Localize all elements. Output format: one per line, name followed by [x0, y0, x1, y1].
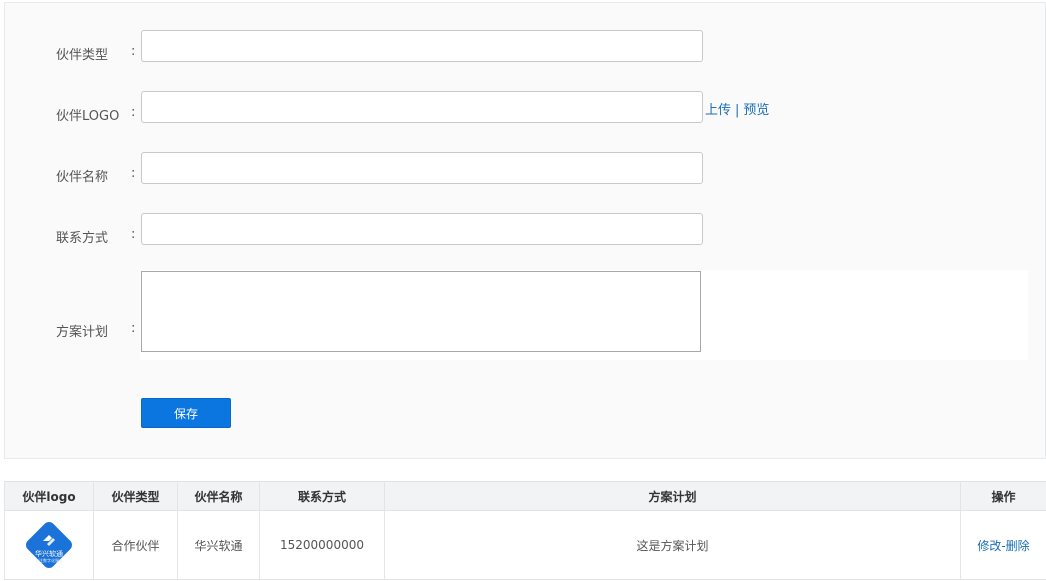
header-partner-logo: 伙伴logo	[4, 481, 94, 511]
cell-contact: 15200000000	[259, 510, 385, 580]
table-row: 华兴软通 专注数字化服务 合作伙伴 华兴软通 15200000000 这是方案计…	[4, 510, 1046, 580]
cell-partner-type: 合作伙伴	[93, 510, 178, 580]
contact-colon: :	[131, 227, 136, 242]
logo-name-text: 华兴软通	[35, 550, 63, 558]
cell-plan: 这是方案计划	[384, 510, 961, 580]
header-plan: 方案计划	[384, 481, 961, 511]
partner-type-label: 伙伴类型	[56, 48, 109, 63]
header-partner-type: 伙伴类型	[93, 481, 178, 511]
plan-colon: :	[131, 321, 136, 336]
partner-table: 伙伴logo 伙伴类型 伙伴名称 联系方式 方案计划 操作 华兴软通 专注数字化…	[4, 481, 1046, 580]
partner-name-input[interactable]	[141, 152, 703, 184]
upload-separator: |	[735, 103, 740, 118]
contact-label: 联系方式	[56, 231, 109, 246]
delete-link[interactable]: 删除	[1006, 539, 1030, 553]
partner-logo-colon: :	[131, 105, 136, 120]
table-header-row: 伙伴logo 伙伴类型 伙伴名称 联系方式 方案计划 操作	[4, 481, 1046, 511]
huaxing-logo-icon: 华兴软通 专注数字化服务	[23, 519, 75, 571]
preview-link[interactable]: 预览	[743, 103, 769, 118]
upload-link[interactable]: 上传	[705, 103, 731, 118]
upload-preview-links: 上传 | 预览	[705, 99, 769, 118]
save-button[interactable]: 保存	[141, 398, 231, 428]
header-contact: 联系方式	[259, 481, 385, 511]
cell-partner-name: 华兴软通	[177, 510, 260, 580]
partner-type-colon: :	[131, 44, 136, 59]
cell-actions: 修改-删除	[960, 510, 1046, 580]
cell-logo: 华兴软通 专注数字化服务	[4, 510, 94, 580]
edit-link[interactable]: 修改	[977, 539, 1001, 553]
header-actions: 操作	[960, 481, 1046, 511]
partner-name-label: 伙伴名称	[56, 170, 109, 185]
logo-tagline-text: 专注数字化服务	[35, 558, 63, 563]
partner-type-input[interactable]	[141, 30, 703, 62]
partner-logo-label: 伙伴LOGO	[56, 109, 120, 124]
plan-textarea[interactable]	[141, 271, 701, 352]
contact-input[interactable]	[141, 213, 703, 245]
header-partner-name: 伙伴名称	[177, 481, 260, 511]
partner-name-colon: :	[131, 166, 136, 181]
partner-logo-input[interactable]	[141, 91, 703, 123]
plan-label: 方案计划	[56, 325, 109, 340]
